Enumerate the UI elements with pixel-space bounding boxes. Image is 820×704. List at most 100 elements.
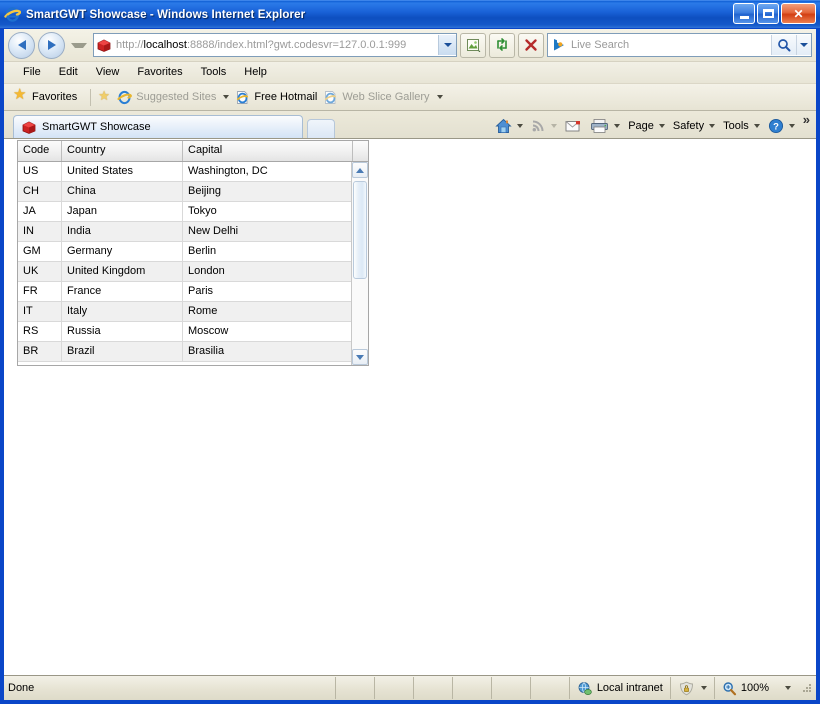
back-button[interactable] xyxy=(8,31,35,59)
stop-button[interactable] xyxy=(518,32,544,58)
table-row[interactable]: JA Japan Tokyo xyxy=(18,202,351,222)
status-divider xyxy=(334,677,336,699)
search-box[interactable]: Live Search xyxy=(547,33,812,57)
tab-smartgwt-showcase[interactable]: SmartGWT Showcase xyxy=(13,115,303,138)
zoom-icon xyxy=(722,681,737,696)
favorites-item-free-hotmail[interactable]: Free Hotmail xyxy=(235,90,317,105)
compatibility-view-button[interactable] xyxy=(460,32,486,58)
print-button[interactable] xyxy=(587,115,623,136)
search-go-button[interactable] xyxy=(771,35,796,55)
resize-grip[interactable] xyxy=(800,681,814,695)
shield-lock-icon xyxy=(678,681,694,696)
table-row[interactable]: US United States Washington, DC xyxy=(18,162,351,182)
table-row[interactable]: UK United Kingdom London xyxy=(18,262,351,282)
menu-help[interactable]: Help xyxy=(235,63,276,82)
close-button[interactable]: ✕ xyxy=(781,3,816,24)
ie-logo-icon xyxy=(4,6,22,23)
menu-file[interactable]: File xyxy=(14,63,50,82)
scroll-down-button[interactable] xyxy=(352,349,368,365)
chevron-down-icon[interactable] xyxy=(658,123,665,128)
printer-icon xyxy=(591,118,609,133)
safety-menu-button[interactable]: Safety xyxy=(670,115,718,136)
chevron-down-icon[interactable] xyxy=(788,123,795,128)
window-controls: ✕ xyxy=(733,3,816,24)
site-favicon-icon xyxy=(96,38,112,53)
read-mail-button[interactable] xyxy=(562,115,585,136)
grid-cell-code: RS xyxy=(18,322,62,341)
chevron-down-icon[interactable] xyxy=(785,686,791,690)
grid-cell-country: Germany xyxy=(62,242,183,261)
favorites-item-web-slice-gallery[interactable]: Web Slice Gallery xyxy=(323,90,443,105)
globe-icon xyxy=(577,681,593,696)
url-scheme: http:// xyxy=(116,39,144,51)
table-row[interactable]: RS Russia Moscow xyxy=(18,322,351,342)
recent-pages-icon[interactable] xyxy=(71,42,87,48)
new-tab-button[interactable] xyxy=(307,119,335,138)
address-text: http://localhost:8888/index.html?gwt.cod… xyxy=(116,39,438,51)
scrollbar-track[interactable] xyxy=(352,178,368,349)
page-menu-button[interactable]: Page xyxy=(625,115,668,136)
grid-rows-container: US United States Washington, DC CH China Beij… xyxy=(18,162,351,365)
home-button[interactable] xyxy=(492,115,526,136)
grid-body: US United States Washington, DC CH China Beij… xyxy=(18,162,368,365)
tab-strip: SmartGWT Showcase Page Safety Tools ? » xyxy=(4,111,816,138)
chevron-down-icon[interactable] xyxy=(700,686,707,690)
grid-cell-code: BR xyxy=(18,342,62,361)
grid-header-country[interactable]: Country xyxy=(62,141,183,161)
minimize-button[interactable] xyxy=(733,3,755,24)
help-button[interactable]: ? xyxy=(765,115,798,136)
maximize-button[interactable] xyxy=(757,3,779,24)
table-row[interactable]: CH China Beijing xyxy=(18,182,351,202)
chevron-down-icon[interactable] xyxy=(436,95,443,99)
command-bar-overflow-button[interactable]: » xyxy=(800,113,813,126)
table-row[interactable]: BR Brazil Brasilia xyxy=(18,342,351,362)
refresh-button[interactable] xyxy=(489,32,515,58)
forward-button[interactable] xyxy=(38,31,65,59)
table-row[interactable]: FR France Paris xyxy=(18,282,351,302)
grid-cell-code: IT xyxy=(18,302,62,321)
security-zone-indicator[interactable]: Local intranet xyxy=(570,677,670,699)
window-title: SmartGWT Showcase - Windows Internet Exp… xyxy=(26,8,306,21)
tab-label: SmartGWT Showcase xyxy=(42,121,151,133)
menu-view[interactable]: View xyxy=(87,63,129,82)
scroll-up-button[interactable] xyxy=(352,162,368,178)
grid-header-capital[interactable]: Capital xyxy=(183,141,353,161)
protected-mode-indicator[interactable] xyxy=(671,677,714,699)
grid-cell-capital: New Delhi xyxy=(188,225,239,237)
favorites-item-suggested-sites[interactable]: Suggested Sites xyxy=(98,88,230,105)
address-dropdown-button[interactable] xyxy=(438,35,456,55)
menu-edit[interactable]: Edit xyxy=(50,63,87,82)
feeds-button[interactable] xyxy=(528,115,560,136)
chevron-down-icon[interactable] xyxy=(517,123,524,128)
star-icon xyxy=(13,87,28,104)
chevron-down-icon[interactable] xyxy=(614,123,621,128)
mail-icon xyxy=(565,120,581,131)
status-divider xyxy=(451,677,453,699)
url-path: :8888/index.html?gwt.codesvr=127.0.0.1:9… xyxy=(186,39,407,51)
grid-cell-capital: Washington, DC xyxy=(188,165,268,177)
menu-favorites[interactable]: Favorites xyxy=(128,63,191,82)
chevron-down-icon[interactable] xyxy=(223,95,230,99)
chevron-down-icon[interactable] xyxy=(709,123,716,128)
favorites-button[interactable]: Favorites xyxy=(13,87,77,104)
menu-tools[interactable]: Tools xyxy=(192,63,236,82)
favorites-bar: Favorites Suggested Sites Fr xyxy=(4,84,816,111)
menu-bar: File Edit View Favorites Tools Help xyxy=(4,62,816,84)
search-provider-dropdown[interactable] xyxy=(796,35,811,55)
tools-menu-button[interactable]: Tools xyxy=(720,115,763,136)
grid-vertical-scrollbar[interactable] xyxy=(351,162,368,365)
grid-cell-code: JA xyxy=(18,202,62,221)
grid-header-code[interactable]: Code xyxy=(18,141,62,161)
search-input[interactable]: Live Search xyxy=(571,39,771,51)
grid-cell-code: US xyxy=(18,162,62,181)
zoom-level-control[interactable]: 100% xyxy=(715,677,798,699)
scrollbar-thumb[interactable] xyxy=(353,181,367,280)
chevron-down-icon[interactable] xyxy=(753,123,760,128)
table-row[interactable]: GM Germany Berlin xyxy=(18,242,351,262)
address-bar[interactable]: http://localhost:8888/index.html?gwt.cod… xyxy=(93,33,457,57)
grid-cell-capital: London xyxy=(188,265,225,277)
table-row[interactable]: IN India New Delhi xyxy=(18,222,351,242)
grid-cell-country: Brazil xyxy=(62,342,183,361)
table-row[interactable]: IT Italy Rome xyxy=(18,302,351,322)
suggested-sites-icon xyxy=(98,88,113,104)
